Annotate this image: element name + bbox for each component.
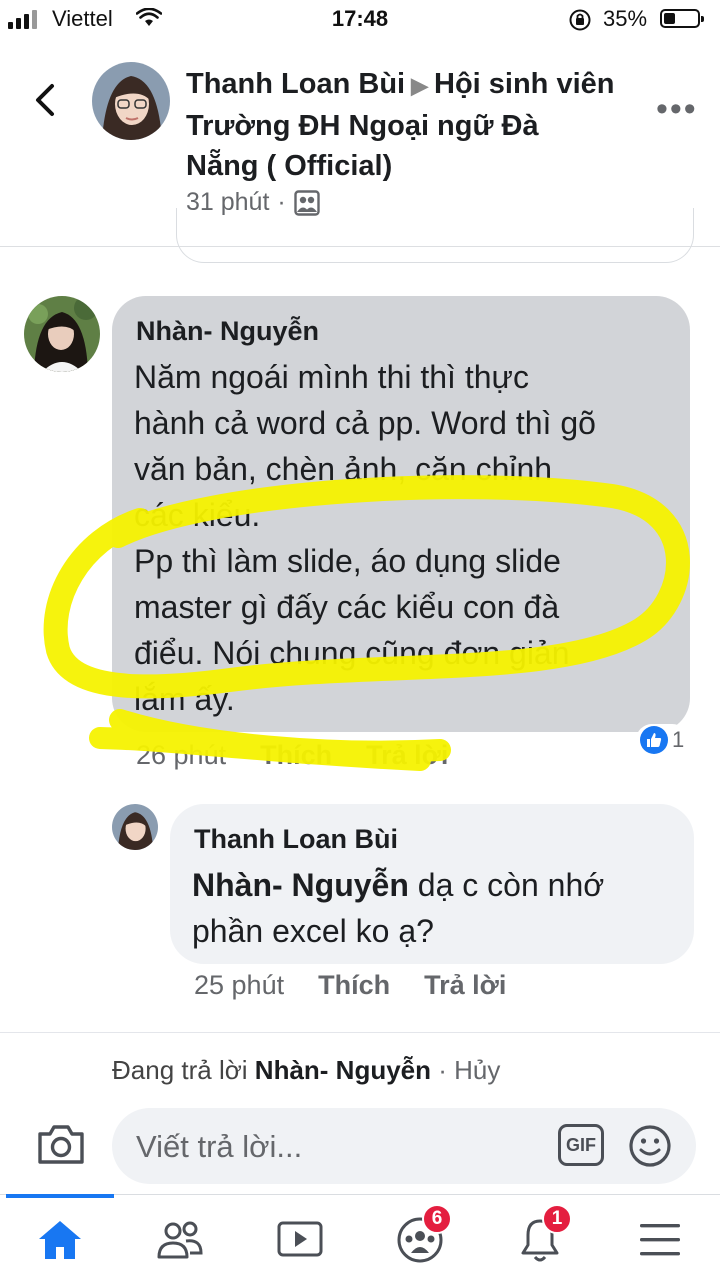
reply-composer	[112, 1108, 696, 1184]
video-icon	[277, 1221, 323, 1257]
comment-line: hành cả word cả pp. Word thì gõ	[134, 405, 596, 441]
home-icon	[39, 1221, 81, 1259]
previous-comment-bubble-edge	[176, 208, 694, 263]
comment-line: master gì đấy các kiểu con đà	[134, 589, 560, 625]
commenter-avatar[interactable]	[24, 296, 100, 372]
tab-friends[interactable]	[150, 1210, 210, 1270]
comment-line: văn bản, chèn ảnh, căn chỉnh	[134, 451, 553, 487]
battery-icon	[660, 9, 704, 28]
author-name-link[interactable]: Thanh Loan Bùi	[186, 68, 405, 100]
comment-line: lắm ấy.	[134, 681, 235, 717]
triangle-right-icon: ▶	[411, 73, 429, 98]
reply-author[interactable]: Thanh Loan Bùi	[194, 824, 398, 855]
more-horizontal-icon[interactable]: •••	[656, 90, 698, 129]
camera-icon[interactable]	[36, 1122, 86, 1166]
author-avatar[interactable]	[92, 62, 170, 140]
emoji-icon[interactable]	[628, 1124, 672, 1168]
tab-watch[interactable]	[270, 1210, 330, 1270]
like-button[interactable]: Thích	[318, 970, 390, 1001]
reply-time[interactable]: 25 phút	[194, 970, 284, 1001]
reply-button[interactable]: Trả lời	[366, 740, 448, 771]
tab-menu[interactable]	[630, 1210, 690, 1270]
notifications-badge: 1	[542, 1204, 572, 1234]
comment-time[interactable]: 26 phút	[136, 740, 226, 771]
comment-line: điểu. Nói chung cũng đơn giản	[134, 635, 570, 671]
cancel-reply-button[interactable]: · Hủy	[438, 1055, 500, 1085]
reply-line: phần excel ko ạ?	[192, 913, 434, 949]
reply-bar-divider	[0, 1032, 720, 1033]
mention-link[interactable]: Nhàn- Nguyễn	[192, 867, 409, 903]
rotation-lock-icon	[569, 9, 591, 31]
battery-percent: 35%	[603, 6, 648, 31]
header-divider	[0, 246, 720, 247]
comment-line: các kiểu.	[134, 497, 261, 533]
post-header-title: Thanh Loan Bùi ▶ Hội sinh viên Trường ĐH N…	[186, 64, 616, 186]
comment-line: Năm ngoái mình thi thì thực	[134, 359, 529, 395]
chevron-left-icon[interactable]	[30, 82, 60, 118]
menu-icon	[640, 1224, 680, 1256]
comment-author[interactable]: Nhàn- Nguyễn	[136, 316, 319, 347]
reply-text: Nhàn- Nguyễn dạ c còn nhớ phần excel ko …	[192, 862, 687, 954]
reply-button[interactable]: Trả lời	[424, 970, 506, 1001]
tab-groups[interactable]: 6	[390, 1204, 452, 1270]
tab-bar	[0, 1194, 720, 1281]
comment-bubble[interactable]: Nhàn- Nguyễn Năm ngoái mình thi thì thực…	[112, 296, 690, 732]
reaction-summary[interactable]: 1	[636, 724, 689, 756]
reply-text-part: dạ c còn nhớ	[408, 867, 605, 903]
replying-indicator: Đang trả lời Nhàn- Nguyễn · Hủy	[112, 1055, 500, 1086]
status-bar: Viettel 17:48 35%	[0, 0, 720, 40]
comment-actions: 26 phút Thích Trả lời	[136, 740, 448, 771]
reply-avatar[interactable]	[112, 804, 158, 850]
reply-input[interactable]	[134, 1124, 538, 1170]
thumbs-up-icon	[640, 726, 668, 754]
reply-actions: 25 phút Thích Trả lời	[194, 970, 506, 1001]
reaction-count: 1	[672, 727, 685, 752]
comment-line: Pp thì làm slide, áo dụng slide	[134, 543, 561, 579]
tab-home[interactable]	[30, 1210, 90, 1270]
groups-badge: 6	[422, 1204, 452, 1234]
replying-to-name: Nhàn- Nguyễn	[254, 1055, 432, 1085]
friends-icon	[157, 1221, 203, 1259]
tab-notifications[interactable]: 1	[510, 1204, 572, 1270]
reply-bubble[interactable]: Thanh Loan Bùi Nhàn- Nguyễn dạ c còn nhớ…	[170, 804, 694, 964]
like-button[interactable]: Thích	[260, 740, 332, 771]
replying-prefix: Đang trả lời	[112, 1055, 248, 1085]
reply-line: Nhàn- Nguyễn dạ c còn nhớ	[192, 862, 687, 908]
gif-button[interactable]: GIF	[558, 1124, 604, 1166]
active-tab-indicator	[6, 1194, 114, 1198]
comment-text: Năm ngoái mình thi thì thực hành cả word…	[134, 354, 679, 722]
